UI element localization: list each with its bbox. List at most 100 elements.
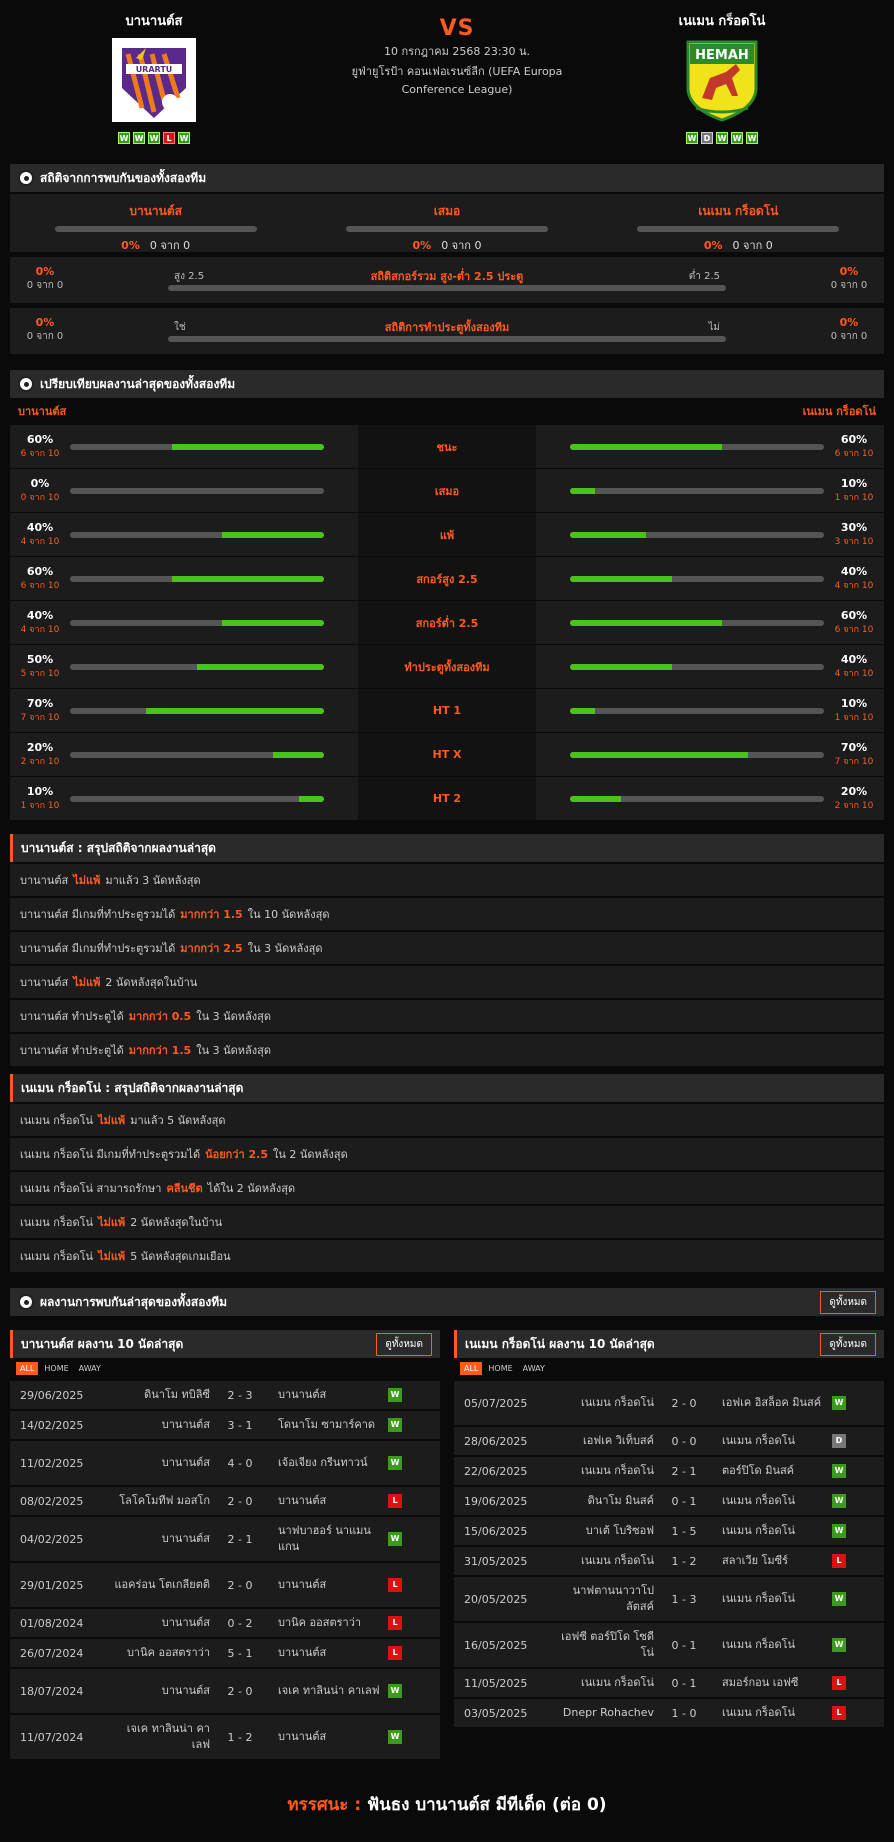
h2h-col: เนเมน กร็อดโน่ 0% 0 จาก 0 <box>593 194 884 252</box>
tab-away[interactable]: AWAY <box>519 1362 549 1375</box>
summary-item: บานานต์ส ไม่แพ้ 2 นัดหลังสุดในบ้าน <box>10 966 884 998</box>
match-row[interactable]: 19/06/2025 ดินาโม มินสค์ 0 - 1 เนเมน กร็อดโ… <box>454 1487 884 1515</box>
over-value: 0% 0 จาก 0 <box>26 265 64 291</box>
compare-away-side: 30% 3 จาก 10 <box>536 513 884 556</box>
home-recent-title: บานานต์ส ผลงาน 10 นัดล่าสุด <box>21 1336 184 1351</box>
h2h-bar <box>54 226 257 232</box>
tab-away[interactable]: AWAY <box>75 1362 105 1375</box>
away-pct: 70% <box>840 741 868 754</box>
summary-item: เนเมน กร็อดโน่ สามารถรักษา คลีนชีต ได้ใน 2… <box>10 1172 884 1204</box>
compare-home-side: 50% 5 จาก 10 <box>10 645 358 688</box>
home-pct: 0% <box>30 477 50 490</box>
match-row[interactable]: 11/02/2025 บานานต์ส 4 - 0 เจ้อเจียง กรีนทาว… <box>10 1441 440 1485</box>
home-team[interactable]: บานานต์ส URARTU WWWLW <box>54 10 254 144</box>
match-row[interactable]: 16/05/2025 เอฟซี ตอร์ปิโด โซดีโน่ 0 - 1 เนเ… <box>454 1623 884 1667</box>
match-row[interactable]: 15/06/2025 บาเต้ โบริซอฟ 1 - 5 เนเมน กร็อดโ… <box>454 1517 884 1545</box>
match-away-team: บานิค ออสตราว่า <box>278 1616 362 1629</box>
compare-home-bar <box>70 663 324 670</box>
h2h-section-header: สถิติจากการพบกันของทั้งสองทีม <box>10 164 884 192</box>
summary-item: เนเมน กร็อดโน่ ไม่แพ้ มาแล้ว 5 นัดหลังสุด <box>10 1104 884 1136</box>
match-row[interactable]: 11/07/2024 เจเค ทาลินน่า คาเลฟ 1 - 2 บานานต… <box>10 1715 440 1759</box>
summary-item: เนเมน กร็อดโน่ ไม่แพ้ 2 นัดหลังสุดในบ้าน <box>10 1206 884 1238</box>
compare-away-side: 60% 6 จาก 10 <box>536 425 884 468</box>
match-score: 0 - 1 <box>671 1638 697 1652</box>
h2h-pct-value: 0% <box>703 239 723 252</box>
match-date: 11/02/2025 <box>20 1456 84 1470</box>
h2h-col-label: เนเมน กร็อดโน่ <box>698 204 779 218</box>
match-row[interactable]: 11/05/2025 เนเมน กร็อดโน่ 0 - 1 สมอร์กอน เอ… <box>454 1669 884 1697</box>
h2h-title: สถิติจากการพบกันของทั้งสองทีม <box>40 170 207 185</box>
form-badge: D <box>701 132 713 144</box>
tab-all[interactable]: ALL <box>16 1362 39 1375</box>
home-count: 0 จาก 10 <box>20 493 60 503</box>
match-row[interactable]: 08/02/2025 โลโคโมทีฟ มอสโก 2 - 0 บานานต์ส L <box>10 1487 440 1515</box>
match-row[interactable]: 04/02/2025 บานานต์ส 2 - 1 นาฟบาฮอร์ นาแมนแก… <box>10 1517 440 1561</box>
match-result-badge: W <box>388 1730 402 1744</box>
match-score: 1 - 0 <box>671 1706 697 1720</box>
match-score: 2 - 3 <box>227 1388 253 1402</box>
home-summary-header: บานานต์ส : สรุปสถิติจากผลงานล่าสุด <box>10 834 884 862</box>
home-team-name: บานานต์ส <box>125 14 183 29</box>
match-row[interactable]: 22/06/2025 เนเมน กร็อดโน่ 2 - 1 ตอร์ปิโด มิ… <box>454 1457 884 1485</box>
match-row[interactable]: 01/08/2024 บานานต์ส 0 - 2 บานิค ออสตราว่า L <box>10 1609 440 1637</box>
match-away-team: สมอร์กอน เอฟซี <box>722 1676 799 1689</box>
match-row[interactable]: 29/01/2025 แอคร่อน โตเกลียตติ 2 - 0 บานานต์… <box>10 1563 440 1607</box>
compare-home-fill <box>273 751 324 758</box>
summary-highlight: มากกว่า 1.5 <box>128 1044 192 1057</box>
summary-suffix: 2 นัดหลังสุดในบ้าน <box>105 976 198 989</box>
match-date: 28/06/2025 <box>464 1434 528 1448</box>
h2h-summary: บานานต์ส 0% 0 จาก 0 เสมอ 0% 0 จาก 0 เนเมน กร็อ… <box>10 194 884 252</box>
match-home-team: เนเมน กร็อดโน่ <box>580 1554 654 1567</box>
compare-away-value: 10% 1 จาก 10 <box>824 477 884 504</box>
summary-suffix: ใน 3 นัดหลังสุด <box>247 942 323 955</box>
match-away-team: โดนาโม ซามาร์คาด <box>278 1418 376 1431</box>
h2h-col: เสมอ 0% 0 จาก 0 <box>301 194 592 252</box>
match-row[interactable]: 29/06/2025 ดินาโม ทบิลิซี 2 - 3 บานานต์ส W <box>10 1381 440 1409</box>
see-all-button[interactable]: ดูทั้งหมด <box>820 1290 876 1314</box>
home-see-all-button[interactable]: ดูทั้งหมด <box>376 1332 432 1356</box>
compare-table: 60% 6 จาก 10 ชนะ 60% 6 จาก 10 0% 0 จาก 10 เสมอ 1… <box>10 424 884 820</box>
compare-away-value: 60% 6 จาก 10 <box>824 433 884 460</box>
away-form: WDWWW <box>622 132 822 144</box>
match-row[interactable]: 20/05/2025 นาฟตานนาวาโปลัตสค์ 1 - 3 เนเมน ก… <box>454 1577 884 1621</box>
match-row[interactable]: 05/07/2025 เนเมน กร็อดโน่ 2 - 0 เอฟเค อิสล็… <box>454 1381 884 1425</box>
match-date: 15/06/2025 <box>464 1524 528 1538</box>
summary-highlight: มากกว่า 1.5 <box>180 908 243 921</box>
match-row[interactable]: 18/07/2024 บานานต์ส 2 - 0 เจเค ทาลินน่า คาเ… <box>10 1669 440 1713</box>
compare-row: 0% 0 จาก 10 เสมอ 10% 1 จาก 10 <box>10 468 884 512</box>
summary-item: บานานต์ส มีเกมที่ทำประตูรวมได้ มากกว่า 1.… <box>10 898 884 930</box>
summary-prefix: เนเมน กร็อดโน่ <box>20 1216 94 1229</box>
away-pct: 10% <box>840 477 868 490</box>
league-name: ยูฟ่ายูโรป้า คอนเฟอเรนซ์ลีก (UEFA Europa… <box>351 65 563 96</box>
match-result-badge: W <box>832 1494 846 1508</box>
match-away-team: เนเมน กร็อดโน่ <box>722 1592 796 1605</box>
compare-away-value: 40% 4 จาก 10 <box>824 653 884 680</box>
away-count: 1 จาก 10 <box>834 493 874 503</box>
match-row[interactable]: 31/05/2025 เนเมน กร็อดโน่ 1 - 2 สลาเวีย โมซ… <box>454 1547 884 1575</box>
match-row[interactable]: 03/05/2025 Dnepr Rohachev 1 - 0 เนเมน กร็อด… <box>454 1699 884 1727</box>
tab-home[interactable]: HOME <box>484 1362 516 1375</box>
match-away-team: สลาเวีย โมซีร์ <box>722 1554 789 1567</box>
tab-all[interactable]: ALL <box>460 1362 483 1375</box>
match-date: 04/02/2025 <box>20 1532 84 1546</box>
match-result-badge: D <box>832 1434 846 1448</box>
match-date: 03/05/2025 <box>464 1706 528 1720</box>
compare-away-bar <box>570 487 824 494</box>
match-home-team: เนเมน กร็อดโน่ <box>580 1464 654 1477</box>
summary-item: เนเมน กร็อดโน่ มีเกมที่ทำประตูรวมได้ น้อย… <box>10 1138 884 1170</box>
compare-home-value: 20% 2 จาก 10 <box>10 741 70 768</box>
home-pct: 50% <box>26 653 54 666</box>
match-date: 08/02/2025 <box>20 1494 84 1508</box>
away-count: 4 จาก 10 <box>834 581 874 591</box>
away-team[interactable]: เนเมน กร็อดโน่ HEMAH WDWWW <box>622 10 822 144</box>
compare-away-bar <box>570 531 824 538</box>
match-away-team: บานานต์ส <box>278 1578 327 1591</box>
match-home-team: เอฟซี ตอร์ปิโด โซดีโน่ <box>561 1630 654 1659</box>
match-row[interactable]: 14/02/2025 บานานต์ส 3 - 1 โดนาโม ซามาร์คาด W <box>10 1411 440 1439</box>
match-row[interactable]: 26/07/2024 บานิค ออสตราว่า 5 - 1 บานานต์ส L <box>10 1639 440 1667</box>
match-row[interactable]: 28/06/2025 เอฟเค วิเท็บสค์ 0 - 0 เนเมน กร็อ… <box>454 1427 884 1455</box>
tab-home[interactable]: HOME <box>40 1362 72 1375</box>
compare-home-side: 40% 4 จาก 10 <box>10 513 358 556</box>
match-result-badge: L <box>832 1706 846 1720</box>
away-see-all-button[interactable]: ดูทั้งหมด <box>820 1332 876 1356</box>
